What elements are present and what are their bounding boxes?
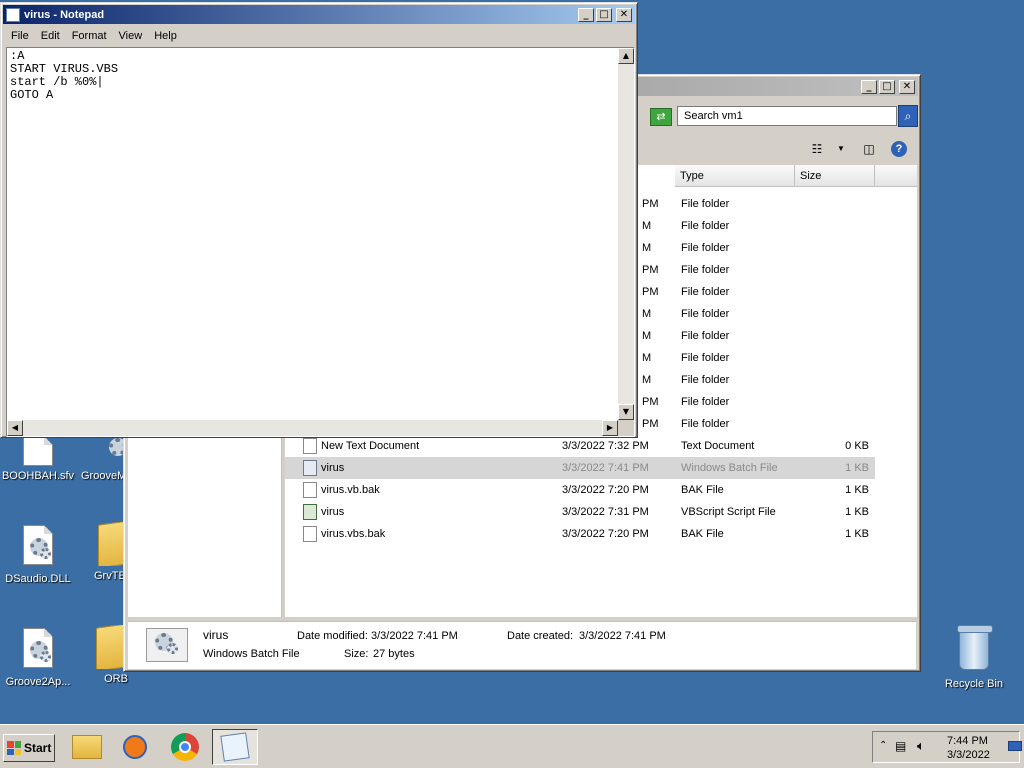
maximize-button[interactable]: □ (596, 7, 612, 22)
preview-pane-icon[interactable]: ◫ (860, 141, 878, 157)
dll-file-icon (18, 525, 58, 569)
chrome-icon (171, 733, 199, 761)
taskbar-notepad[interactable] (212, 729, 258, 765)
details-file-type: Windows Batch File (203, 648, 300, 660)
gear-file-icon (18, 628, 58, 672)
refresh-button[interactable]: ⇄ (650, 108, 672, 126)
media-player-icon (123, 735, 147, 759)
search-button[interactable]: ⌕ (898, 105, 918, 127)
maximize-button[interactable]: □ (879, 79, 895, 94)
details-created-label: Date created: (507, 630, 574, 642)
text-document-icon (303, 438, 317, 454)
details-modified-label: Date modified: (297, 630, 368, 642)
menu-help[interactable]: Help (148, 30, 183, 42)
vbscript-file-icon (303, 504, 317, 520)
menu-file[interactable]: File (5, 30, 35, 42)
help-icon[interactable]: ? (891, 141, 907, 157)
menu-view[interactable]: View (113, 30, 149, 42)
bak-file-icon (303, 482, 317, 498)
start-button[interactable]: Start (3, 734, 55, 762)
minimize-button[interactable]: _ (861, 79, 877, 94)
window-title: virus - Notepad (24, 8, 105, 21)
size-grip[interactable] (618, 420, 634, 436)
taskbar: Start ⌃ ▤ 🔈︎ 7:44 PM 3/3/2022 (0, 724, 1024, 768)
clock-date[interactable]: 3/3/2022 (947, 749, 990, 761)
column-header-size[interactable]: Size (795, 165, 875, 187)
details-modified-value: 3/3/2022 7:41 PM (371, 630, 458, 642)
scroll-up-icon[interactable]: ▲ (618, 48, 634, 64)
scroll-left-icon[interactable]: ◀ (7, 420, 23, 436)
chevron-down-icon[interactable]: ▼ (832, 141, 850, 157)
view-options-icon[interactable]: ☷ (808, 141, 826, 157)
details-size-label: Size: (344, 648, 369, 660)
taskbar-chrome[interactable] (162, 729, 208, 765)
column-header-type[interactable]: Type (675, 165, 795, 187)
desktop-icon-grvte[interactable]: GrvTE (76, 522, 124, 582)
menu-format[interactable]: Format (66, 30, 113, 42)
editor-content[interactable]: :A START VIRUS.VBS start /b %0%| GOTO A (10, 50, 616, 418)
details-file-name: virus (203, 628, 229, 642)
show-desktop-icon[interactable] (1008, 741, 1022, 751)
batch-file-icon (303, 460, 317, 476)
text-editor[interactable]: :A START VIRUS.VBS start /b %0%| GOTO A … (6, 47, 635, 437)
gear-file-icon (103, 436, 124, 466)
file-icon (18, 436, 58, 466)
close-button[interactable]: ✕ (616, 7, 632, 22)
taskbar-media-player[interactable] (112, 729, 158, 765)
notepad-icon (220, 732, 250, 762)
search-icon: ⌕ (904, 109, 912, 123)
file-row-virus-vbs[interactable]: virus 3/3/2022 7:31 PM VBScript Script F… (285, 501, 875, 523)
notepad-icon (6, 7, 20, 22)
details-created-value: 3/3/2022 7:41 PM (579, 630, 666, 642)
desktop-icon-groove2ap[interactable]: Groove2Ap... (0, 628, 76, 688)
recycle-bin-icon (954, 625, 994, 674)
clock-time[interactable]: 7:44 PM (947, 735, 988, 747)
desktop-icon-label: Groove2Ap... (5, 676, 71, 688)
taskbar-explorer[interactable] (64, 729, 110, 765)
refresh-icon: ⇄ (656, 111, 666, 123)
desktop-icon-label: BOOHBAH.sfv (1, 470, 75, 482)
scroll-right-icon[interactable]: ▶ (602, 420, 618, 436)
folder-icon (96, 625, 126, 669)
desktop-icon-label: GrooveM (81, 470, 124, 482)
column-header-blank (875, 165, 917, 187)
menu-edit[interactable]: Edit (35, 30, 66, 42)
search-input[interactable]: Search vm1 (677, 106, 897, 126)
menu-bar: File Edit Format View Help (1, 26, 637, 46)
desktop-icon-dsaudio[interactable]: DSaudio.DLL (0, 525, 76, 585)
folder-icon (72, 735, 102, 759)
system-tray: ⌃ ▤ 🔈︎ 7:44 PM 3/3/2022 (872, 731, 1020, 763)
desktop-icon-groovem[interactable]: GrooveM (76, 436, 124, 482)
batch-file-icon (146, 628, 188, 662)
horizontal-scrollbar[interactable]: ◀ ▶ (7, 420, 618, 436)
details-size-value: 27 bytes (373, 648, 415, 660)
desktop-icon-recycle-bin[interactable]: Recycle Bin (936, 625, 1012, 690)
notepad-window[interactable]: virus - Notepad _ □ ✕ File Edit Format V… (0, 2, 638, 438)
start-label: Start (24, 741, 52, 755)
volume-icon[interactable]: 🔈︎ (917, 738, 925, 754)
chevron-up-icon[interactable]: ⌃ (879, 740, 887, 751)
windows-logo-icon (7, 741, 21, 755)
scroll-down-icon[interactable]: ▼ (618, 404, 634, 420)
minimize-button[interactable]: _ (578, 7, 594, 22)
desktop-icon-label: GrvTE (94, 570, 124, 582)
file-row-virus-vbs-bak[interactable]: virus.vbs.bak 3/3/2022 7:20 PM BAK File … (285, 523, 875, 545)
close-button[interactable]: ✕ (899, 79, 915, 94)
details-pane: virus Windows Batch File Date modified: … (128, 621, 916, 669)
file-row-virus-bat[interactable]: virus 3/3/2022 7:41 PM Windows Batch Fil… (285, 457, 875, 479)
notepad-titlebar[interactable]: virus - Notepad _ □ ✕ (3, 5, 635, 24)
folder-icon (98, 522, 124, 566)
desktop-icon-label: Recycle Bin (944, 678, 1004, 690)
network-icon[interactable]: ▤ (895, 739, 906, 753)
desktop-icon-label: DSaudio.DLL (5, 573, 71, 585)
vertical-scrollbar[interactable]: ▲ ▼ (618, 48, 634, 420)
file-row-new-text-document[interactable]: New Text Document 3/3/2022 7:32 PM Text … (285, 435, 875, 457)
file-row-virus-vb-bak[interactable]: virus.vb.bak 3/3/2022 7:20 PM BAK File 1… (285, 479, 875, 501)
desktop-icon-boohbah[interactable]: BOOHBAH.sfv (0, 436, 76, 482)
bak-file-icon (303, 526, 317, 542)
desktop-icon-label: ORB (104, 673, 128, 685)
